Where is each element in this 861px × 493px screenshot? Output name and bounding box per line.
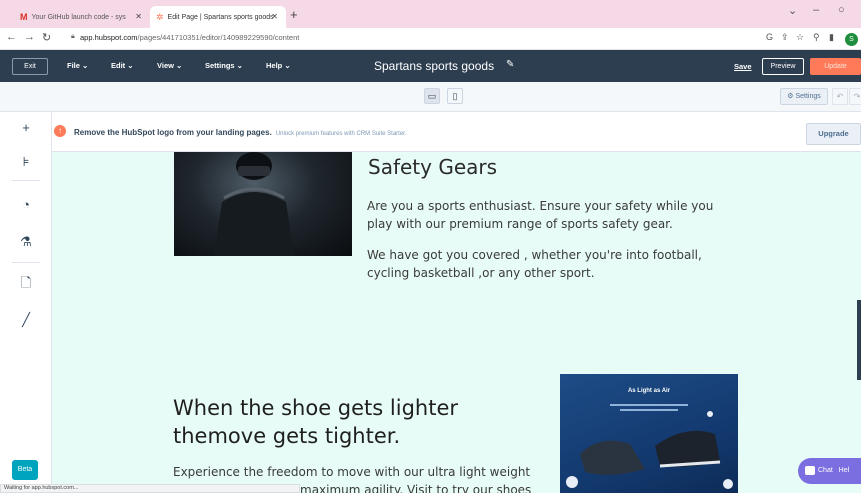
profile-avatar[interactable]: S <box>845 33 858 46</box>
menu-view[interactable]: View ⌄ <box>157 61 182 70</box>
beta-badge[interactable]: Beta <box>12 460 38 480</box>
optimize-icon[interactable]: ◔ <box>15 195 37 215</box>
save-button[interactable]: Save <box>734 62 752 71</box>
lock-icon: 🔒︎ <box>71 33 75 40</box>
tab-github[interactable]: M Your GitHub launch code - sys ✕ <box>14 6 150 28</box>
paragraph-line: Experience the freedom to move with our … <box>173 465 531 479</box>
page-title: Spartans sports goods <box>374 59 495 73</box>
pencil-icon[interactable]: ✎ <box>506 59 514 70</box>
restore-icon[interactable]: ○ <box>838 4 845 16</box>
scrollbar[interactable] <box>857 300 861 380</box>
menu-edit[interactable]: Edit ⌄ <box>111 61 134 70</box>
update-button[interactable]: Update <box>810 58 861 75</box>
star-icon[interactable]: ☆ <box>796 32 804 43</box>
desktop-view-icon[interactable]: ▭ <box>424 88 440 104</box>
chat-button[interactable]: Chat Hel <box>798 458 861 484</box>
page-icon[interactable]: 🗋︎ <box>15 273 37 293</box>
rocket-icon: ↑ <box>54 125 66 137</box>
url-field[interactable]: app.hubspot.com/pages/441710351/editor/1… <box>80 33 299 42</box>
new-tab-icon[interactable]: + <box>290 7 298 22</box>
paragraph-line[interactable]: cycling basketball ,or any other sport. <box>367 264 595 282</box>
chevron-down-icon[interactable]: ⌄ <box>788 4 797 17</box>
upgrade-button[interactable]: Upgrade <box>806 123 861 145</box>
divider <box>12 262 40 263</box>
exit-button[interactable]: Exit <box>12 58 48 75</box>
editor-sidebar: + ⊧ ◔ ⚗ 🗋︎ ╱ Beta <box>0 112 52 493</box>
sidepanel-icon[interactable]: ▮ <box>829 32 834 43</box>
google-icon[interactable]: G <box>766 32 773 42</box>
mobile-view-icon[interactable]: ▯ <box>447 88 463 104</box>
browser-tab-bar: M Your GitHub launch code - sys ✕ ✲ Edit… <box>0 0 861 28</box>
redo-icon[interactable]: ↷ <box>849 88 861 105</box>
editor-header: Exit File ⌄ Edit ⌄ View ⌄ Settings ⌄ Hel… <box>0 50 861 82</box>
add-icon[interactable]: + <box>15 118 37 138</box>
preview-button[interactable]: Preview <box>762 58 804 75</box>
test-icon[interactable]: ⚗ <box>15 232 37 252</box>
banner-text: Remove the HubSpot logo from your landin… <box>74 128 407 137</box>
helmet-illustration <box>214 152 294 256</box>
football-player-image[interactable] <box>174 152 352 256</box>
extensions-icon[interactable]: ⚲ <box>813 32 820 43</box>
paragraph-line[interactable]: play with our premium range of sports sa… <box>367 215 673 233</box>
tab-title: Edit Page | Spartans sports goods <box>167 13 274 21</box>
layers-icon[interactable]: ⊧ <box>15 152 37 172</box>
paragraph-line[interactable]: Are you a sports enthusiast. Ensure your… <box>367 197 713 215</box>
share-icon[interactable]: ⇪ <box>781 32 789 43</box>
close-icon[interactable]: ✕ <box>135 12 142 21</box>
menu-settings[interactable]: Settings ⌄ <box>205 61 243 70</box>
gmail-icon: M <box>20 12 28 22</box>
forward-icon[interactable]: → <box>24 31 35 43</box>
tab-title: Your GitHub launch code - sys <box>31 13 126 21</box>
shoe-ad-image[interactable]: As Light as Air <box>560 374 738 493</box>
image-caption: As Light as Air <box>627 388 671 394</box>
undo-icon[interactable]: ↶ <box>832 88 848 105</box>
menu-help[interactable]: Help ⌄ <box>266 61 291 70</box>
app-root: M Your GitHub launch code - sys ✕ ✲ Edit… <box>0 0 861 493</box>
settings-button[interactable]: ⚙ Settings <box>780 88 828 105</box>
reload-icon[interactable]: ↻ <box>42 31 51 44</box>
browser-status: Waiting for app.hubspot.com... <box>0 484 300 493</box>
back-icon[interactable]: ← <box>6 31 17 43</box>
heading-line: themove gets tighter. <box>173 424 401 448</box>
brush-icon[interactable]: ╱ <box>15 310 37 330</box>
address-bar-row: ← → ↻ 🔒︎ app.hubspot.com/pages/441710351… <box>0 28 861 50</box>
menu-file[interactable]: File ⌄ <box>67 61 88 70</box>
heading-line: When the shoe gets lighter <box>173 396 459 420</box>
tab-edit-page[interactable]: ✲ Edit Page | Spartans sports goods ✕ <box>150 6 286 28</box>
chat-icon <box>805 466 815 475</box>
minimize-icon[interactable]: – <box>813 4 819 16</box>
paragraph-line[interactable]: We have got you covered , whether you're… <box>367 246 702 264</box>
hubspot-icon: ✲ <box>156 11 164 22</box>
section-heading[interactable]: Safety Gears <box>368 155 497 179</box>
editor-toolbar: ▭ ▯ ⚙ Settings ↶ ↷ <box>0 82 861 112</box>
divider <box>12 180 40 181</box>
close-icon[interactable]: ✕ <box>271 12 278 21</box>
section-heading[interactable]: When the shoe gets lighter themove gets … <box>173 394 458 450</box>
